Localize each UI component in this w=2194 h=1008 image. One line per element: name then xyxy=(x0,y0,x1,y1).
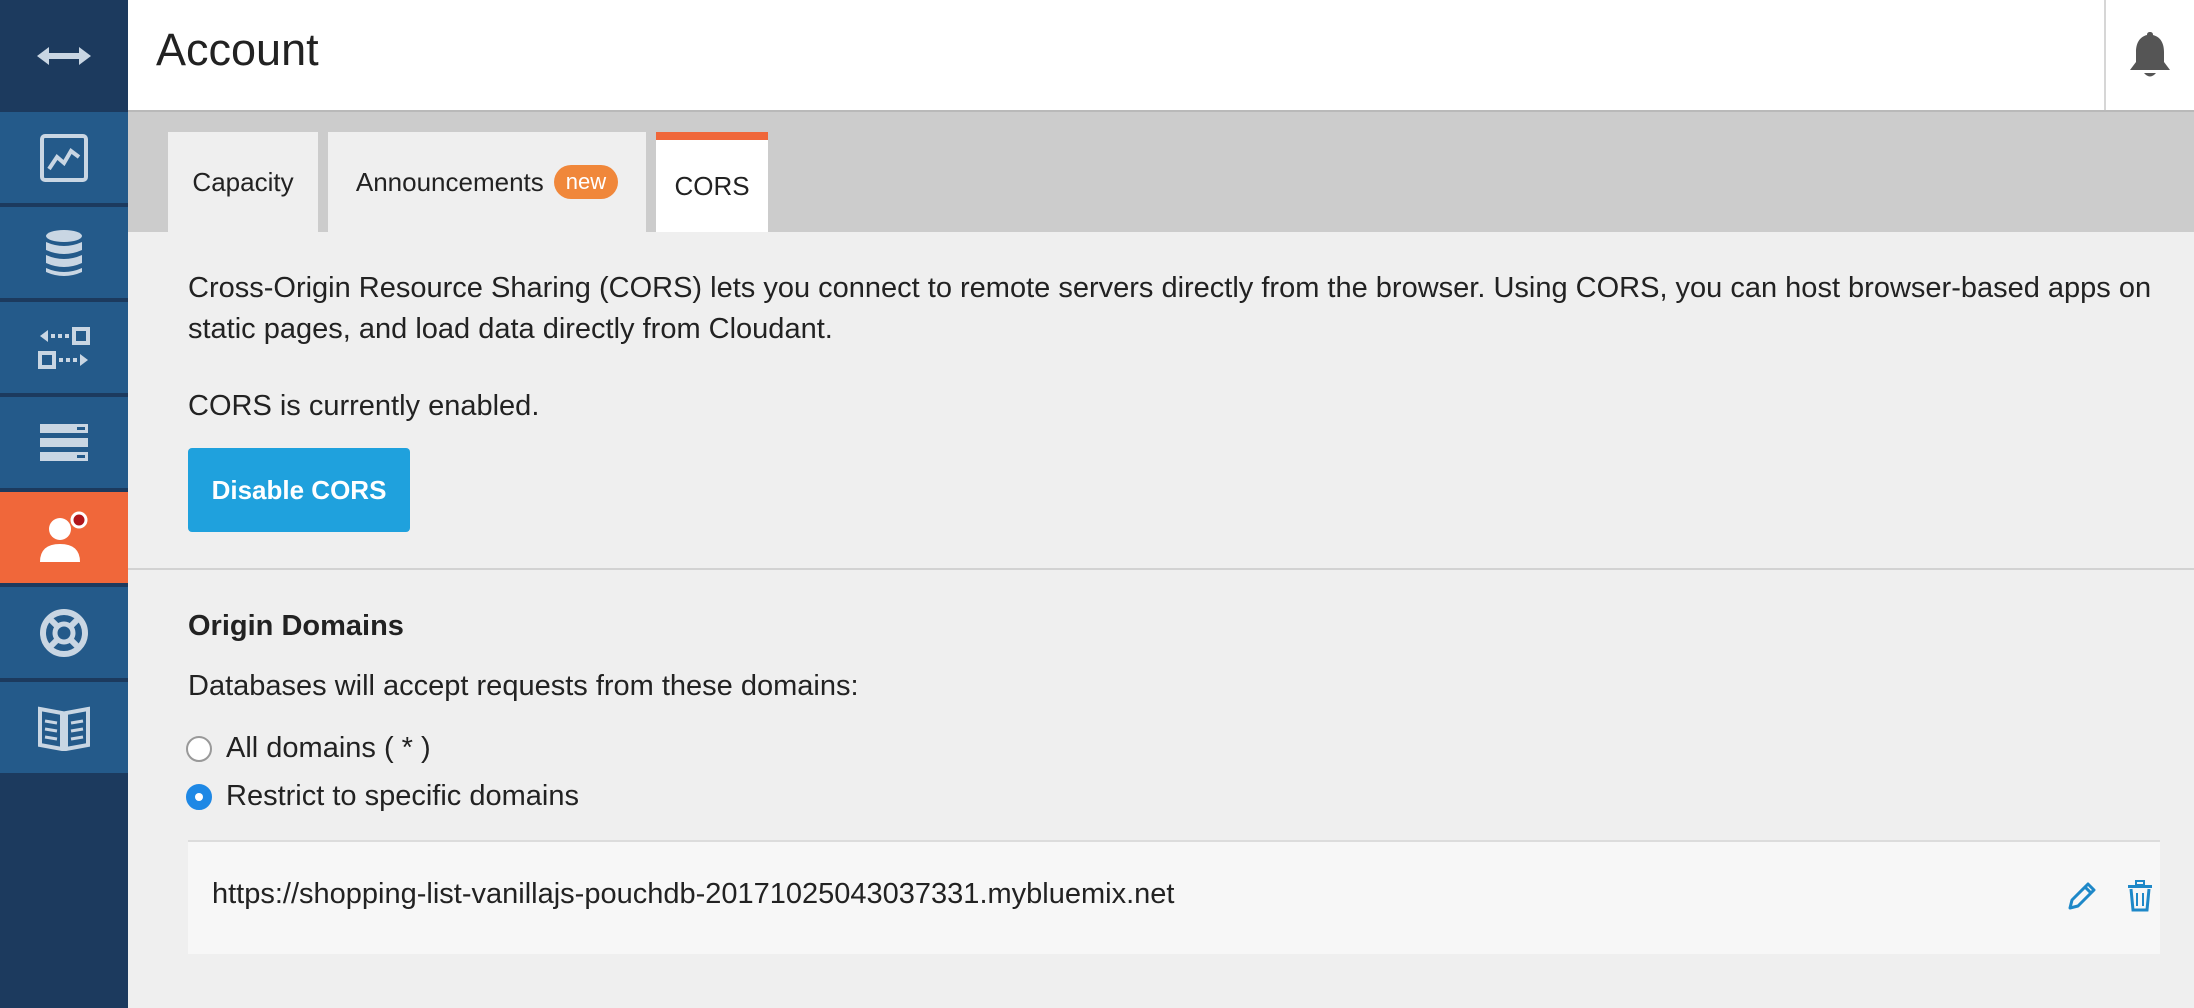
account-tabs: Capacity Announcements new CORS xyxy=(128,112,2194,232)
trash-icon xyxy=(2128,880,2152,912)
notifications-button[interactable] xyxy=(2104,0,2194,110)
server-stack-icon xyxy=(40,423,88,461)
tab-announcements-label: Announcements xyxy=(355,166,544,197)
sidebar-item-account[interactable] xyxy=(0,492,128,585)
sidebar-item-monitoring[interactable] xyxy=(0,112,128,205)
delete-domain-button[interactable] xyxy=(2122,878,2158,914)
disable-cors-button[interactable]: Disable CORS xyxy=(188,448,410,532)
section-divider xyxy=(128,568,2194,570)
tab-capacity[interactable]: Capacity xyxy=(168,132,318,232)
tab-cors-label: CORS xyxy=(674,170,750,201)
domain-list-item: https://shopping-list-vanillajs-pouchdb-… xyxy=(188,840,2160,954)
pencil-icon xyxy=(2068,882,2096,910)
origin-domains-heading: Origin Domains xyxy=(188,610,404,642)
radio-all-domains[interactable]: All domains ( * ) xyxy=(186,732,431,765)
new-badge: new xyxy=(553,165,619,199)
radio-restrict-domains[interactable]: Restrict to specific domains xyxy=(186,780,579,813)
sidebar-item-support[interactable] xyxy=(0,587,128,680)
radio-restrict-domains-label: Restrict to specific domains xyxy=(226,780,579,812)
tab-capacity-label: Capacity xyxy=(192,166,294,197)
sidebar-item-servers[interactable] xyxy=(0,397,128,490)
sidebar-item-replication[interactable] xyxy=(0,302,128,395)
documentation-book-icon xyxy=(38,706,90,751)
expand-arrows-icon xyxy=(37,47,91,65)
radio-all-domains-button[interactable] xyxy=(186,735,212,762)
sidebar xyxy=(0,0,128,1008)
radio-restrict-domains-button[interactable] xyxy=(186,783,212,810)
page-title: Account xyxy=(156,24,319,75)
account-user-icon xyxy=(40,511,88,562)
tab-cors[interactable]: CORS xyxy=(656,132,768,232)
edit-domain-button[interactable] xyxy=(2064,878,2100,914)
activity-chart-icon xyxy=(40,133,88,182)
support-lifebuoy-icon xyxy=(40,608,88,657)
cors-panel: Cross-Origin Resource Sharing (CORS) let… xyxy=(128,232,2194,1008)
page-header: Account xyxy=(128,0,2194,112)
cors-status-text: CORS is currently enabled. xyxy=(188,390,540,422)
sidebar-item-documentation[interactable] xyxy=(0,682,128,775)
sidebar-toggle-button[interactable] xyxy=(0,0,128,112)
tab-announcements[interactable]: Announcements new xyxy=(328,132,646,232)
sidebar-item-databases[interactable] xyxy=(0,207,128,300)
domain-url: https://shopping-list-vanillajs-pouchdb-… xyxy=(212,878,1175,910)
cors-description: Cross-Origin Resource Sharing (CORS) let… xyxy=(188,272,2152,345)
radio-all-domains-label: All domains ( * ) xyxy=(226,732,431,764)
database-icon xyxy=(46,229,82,276)
bell-icon xyxy=(2130,32,2170,77)
replication-icon xyxy=(38,326,90,369)
origin-domains-description: Databases will accept requests from thes… xyxy=(188,670,859,702)
